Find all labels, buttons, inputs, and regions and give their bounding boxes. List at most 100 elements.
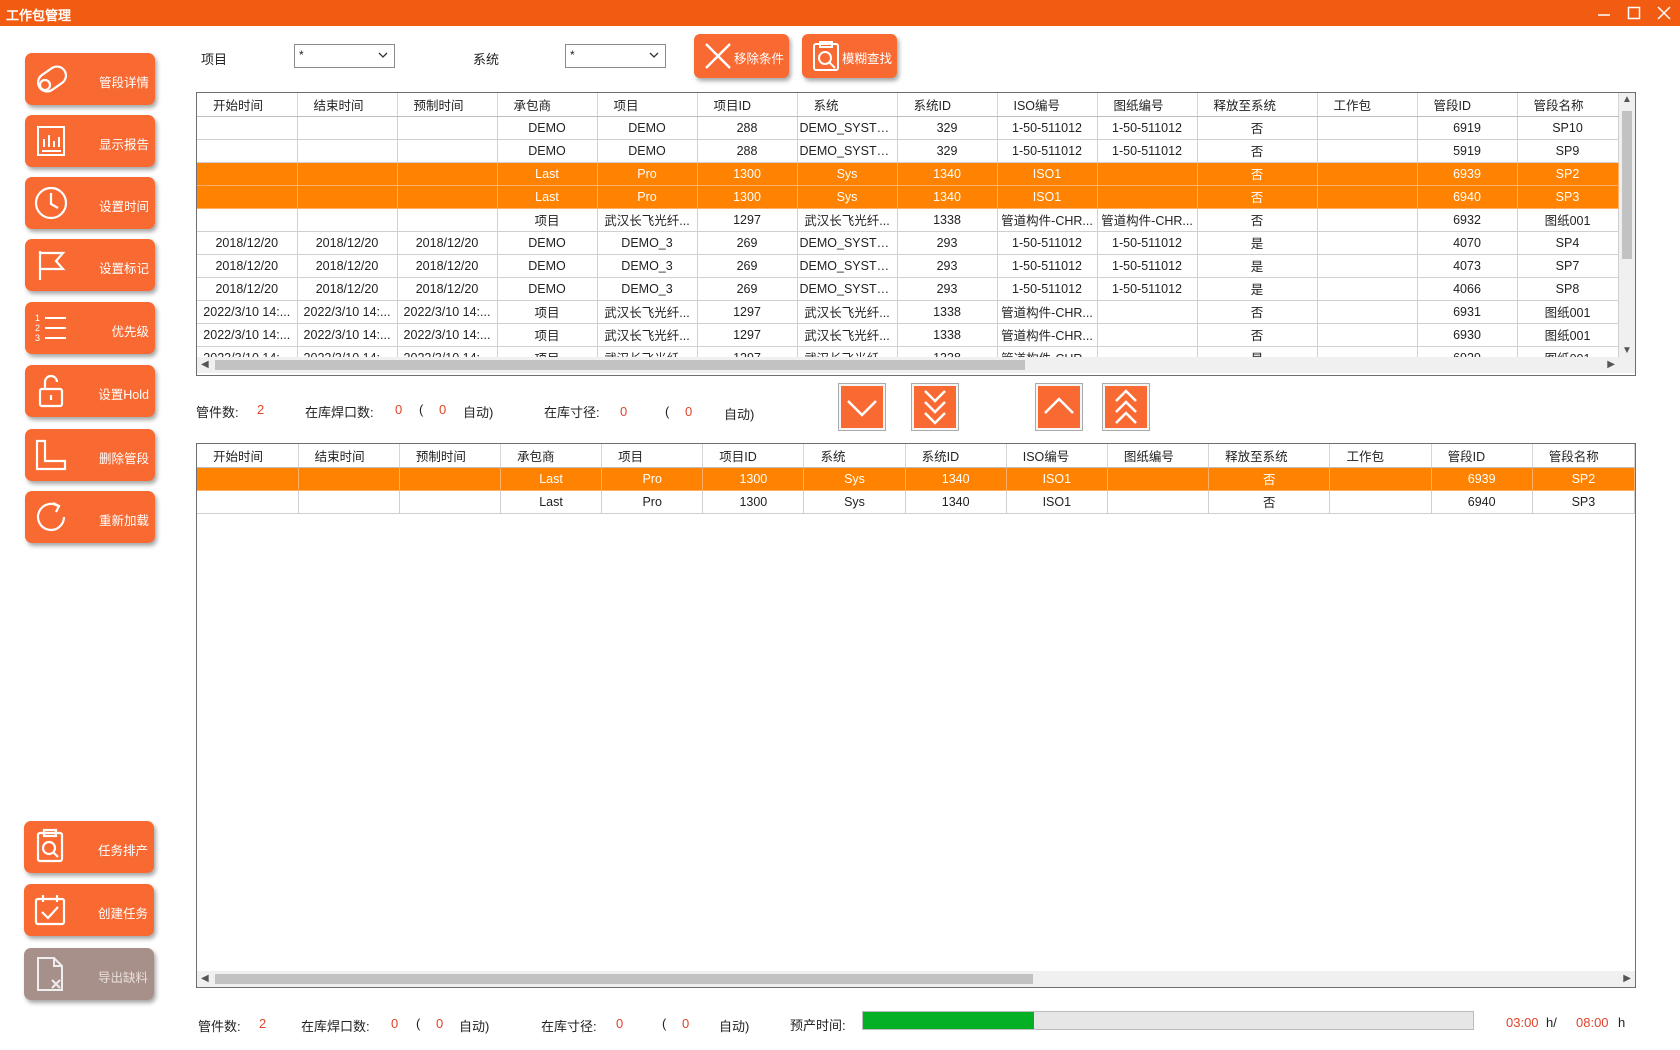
sidebar-button-show-report[interactable]: 显示报告 — [25, 115, 155, 167]
system-filter-label: 系统 — [473, 52, 500, 67]
table-row[interactable]: Last Pro 1300 Sys 1340 ISO1 否 6939 SP2 — [197, 467, 1635, 491]
column-header[interactable]: 项目 — [601, 444, 704, 468]
table-cell: 1297 — [697, 300, 798, 324]
fuzzy-search-label: 模糊查找 — [842, 52, 893, 66]
column-header[interactable]: 开始时间 — [197, 93, 298, 117]
column-header[interactable]: 结束时间 — [298, 444, 400, 468]
column-header[interactable]: 系统ID — [905, 444, 1007, 468]
search-icon — [813, 41, 839, 71]
table-row[interactable]: 2018/12/20 2018/12/20 2018/12/20 DEMO DEMO_3… — [197, 254, 1619, 278]
move-up-button[interactable] — [1035, 383, 1083, 431]
svg-text:2: 2 — [35, 323, 40, 333]
table-cell: DEMO_3 — [597, 231, 698, 255]
column-header[interactable]: 承包商 — [500, 444, 603, 468]
table-row[interactable]: 2018/12/20 2018/12/20 2018/12/20 DEMO DEMO_3… — [197, 277, 1619, 301]
column-header[interactable]: 管段ID — [1431, 444, 1533, 468]
sidebar-button-reload[interactable]: 重新加载 — [25, 491, 155, 543]
top-grid-horizontal-scrollbar[interactable]: ◀ ▶ — [197, 357, 1635, 373]
column-header[interactable]: 工作包 — [1329, 444, 1432, 468]
scroll-down-icon[interactable]: ▼ — [1622, 345, 1632, 356]
table-cell — [1329, 467, 1432, 491]
table-cell: DEMO_SYSTEM — [797, 116, 898, 140]
top-grid-hscroll-thumb[interactable] — [215, 360, 1025, 370]
scroll-up-icon[interactable]: ▲ — [1622, 94, 1632, 105]
move-all-up-button[interactable] — [1102, 383, 1150, 431]
column-header[interactable]: 管段ID — [1417, 93, 1518, 117]
column-header[interactable]: 系统ID — [897, 93, 998, 117]
table-row[interactable]: 2022/3/10 14:...2022/3/10 14:...2022/3/1… — [197, 300, 1619, 324]
column-header[interactable]: 预制时间 — [399, 444, 501, 468]
column-header[interactable]: 项目ID — [697, 93, 798, 117]
table-cell: Last — [500, 490, 603, 514]
table-cell: 329 — [897, 116, 998, 140]
sidebar-button-create-task[interactable]: 创建任务 — [24, 884, 154, 936]
sidebar-label: 重新加载 — [98, 514, 149, 528]
column-header[interactable]: 图纸编号 — [1107, 444, 1210, 468]
column-header[interactable]: 项目ID — [702, 444, 805, 468]
bottom-data-grid[interactable]: 开始时间 结束时间 预制时间 承包商 项目 项目ID 系统 系统ID ISO编号 图纸编号 释放至系… — [196, 443, 1636, 988]
table-cell: SP3 — [1532, 490, 1635, 514]
table-row[interactable]: Last Pro 1300 Sys 1340 ISO1 否 6939 SP2 — [197, 162, 1619, 186]
move-all-down-button[interactable] — [911, 383, 959, 431]
table-row[interactable]: DEMO DEMO 288 DEMO_SYSTEM 329 1-50-511012 1-50… — [197, 116, 1619, 140]
table-cell: ISO1 — [1006, 467, 1108, 491]
column-header[interactable]: 承包商 — [497, 93, 598, 117]
table-row[interactable]: Last Pro 1300 Sys 1340 ISO1 否 6940 SP3 — [197, 490, 1635, 514]
table-cell: 项目 — [497, 208, 598, 232]
sidebar-button-delete-segment[interactable]: 删除管段 — [25, 429, 155, 481]
bottom-grid-hscroll-thumb[interactable] — [215, 974, 1033, 984]
sidebar-button-set-mark[interactable]: 设置标记 — [25, 239, 155, 291]
column-header[interactable]: 管段名称 — [1517, 93, 1619, 117]
column-header[interactable]: 系统 — [797, 93, 898, 117]
sidebar-button-segment-detail[interactable]: 管段详情 — [25, 53, 155, 105]
table-row[interactable]: 2018/12/20 2018/12/20 2018/12/20 DEMO DEMO_3… — [197, 231, 1619, 255]
remove-conditions-button[interactable]: 移除条件 — [694, 34, 789, 78]
sidebar-button-task-schedule[interactable]: 任务排产 — [24, 821, 154, 873]
column-header[interactable]: 结束时间 — [297, 93, 398, 117]
column-header[interactable]: 预制时间 — [397, 93, 498, 117]
table-cell: 否 — [1208, 490, 1331, 514]
column-header[interactable]: 工作包 — [1317, 93, 1418, 117]
table-cell: 269 — [697, 277, 798, 301]
mid-size-label: 在库寸径: — [544, 405, 600, 420]
table-row[interactable]: 2022/3/10 14:...2022/3/10 14:...2022/3/1… — [197, 323, 1619, 347]
column-header[interactable]: 系统 — [803, 444, 906, 468]
time-separator: h/ — [1546, 1015, 1557, 1030]
top-grid-vscroll-thumb[interactable] — [1622, 111, 1632, 259]
column-header[interactable]: 释放至系统 — [1197, 93, 1318, 117]
column-header[interactable]: ISO编号 — [1006, 444, 1108, 468]
table-cell: 6939 — [1417, 162, 1518, 186]
column-header[interactable]: 开始时间 — [197, 444, 299, 468]
table-row[interactable]: DEMO DEMO 288 DEMO_SYSTEM 329 1-50-511012 1-50… — [197, 139, 1619, 163]
close-button[interactable] — [1646, 0, 1680, 26]
column-header[interactable]: ISO编号 — [997, 93, 1098, 117]
column-header[interactable]: 图纸编号 — [1097, 93, 1198, 117]
bottom-welds-auto-value: 0 — [436, 1016, 444, 1031]
sidebar-button-set-time[interactable]: 设置时间 — [25, 177, 155, 229]
mid-pieces-value: 2 — [257, 402, 265, 417]
table-cell: Sys — [797, 162, 898, 186]
move-down-button[interactable] — [838, 383, 886, 431]
sidebar-button-export-shortage[interactable]: 导出缺料 — [24, 948, 154, 1000]
project-select[interactable]: * — [294, 44, 395, 68]
system-select[interactable]: * — [565, 44, 666, 68]
maximize-icon — [1627, 6, 1641, 20]
mid-welds-label: 在库焊口数: — [305, 405, 374, 420]
column-header[interactable]: 项目 — [597, 93, 698, 117]
sidebar-button-set-hold[interactable]: 设置Hold — [25, 365, 155, 417]
bottom-grid-horizontal-scrollbar[interactable]: ◀ ▶ — [197, 971, 1635, 987]
column-header[interactable]: 管段名称 — [1532, 444, 1635, 468]
sidebar-button-priority[interactable]: 123 优先级 — [25, 302, 155, 354]
table-row[interactable]: 项目 武汉长飞光纤... 1297 武汉长飞光纤... 1338 管道构件-CHR... 管… — [197, 208, 1619, 232]
table-cell: SP2 — [1517, 162, 1619, 186]
scroll-right-icon[interactable]: ▶ — [1623, 973, 1631, 984]
scroll-left-icon[interactable]: ◀ — [201, 359, 209, 370]
top-data-grid[interactable]: 开始时间 结束时间 预制时间 承包商 项目 项目ID 系统 系统ID ISO编号 图纸编号 释放至系… — [196, 92, 1636, 376]
fuzzy-search-button[interactable]: 模糊查找 — [802, 34, 897, 78]
scroll-left-icon[interactable]: ◀ — [201, 973, 209, 984]
scroll-right-icon[interactable]: ▶ — [1607, 359, 1615, 370]
table-row[interactable]: Last Pro 1300 Sys 1340 ISO1 否 6940 SP3 — [197, 185, 1619, 209]
top-grid-vertical-scrollbar[interactable]: ▲ ▼ — [1619, 93, 1635, 357]
mid-welds-auto-label: 自动) — [463, 405, 494, 420]
column-header[interactable]: 释放至系统 — [1208, 444, 1331, 468]
